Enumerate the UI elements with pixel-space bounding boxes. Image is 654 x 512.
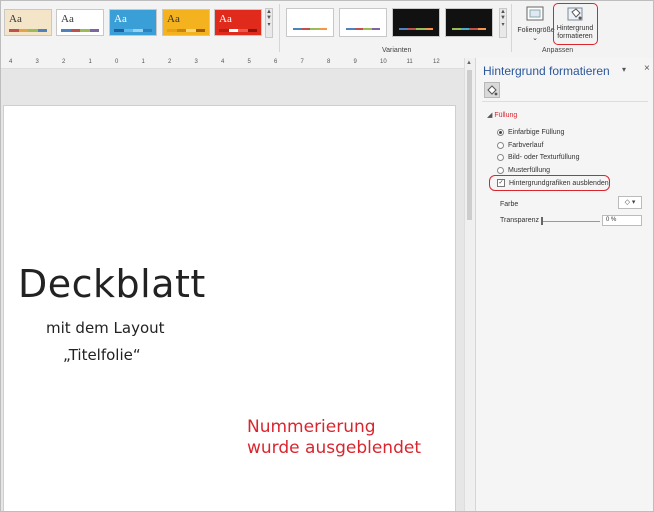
slide-size-label: Foliengröße xyxy=(517,27,555,34)
format-background-label-1: Hintergrund xyxy=(556,25,594,32)
annotation-line-2: wurde ausgeblendet xyxy=(247,438,421,458)
variant-thumbnail[interactable] xyxy=(392,8,440,37)
hide-graphics-checkbox[interactable]: ✓ Hintergrundgrafiken ausblenden xyxy=(497,179,609,187)
ruler-tick-label: 0 xyxy=(115,59,119,65)
theme-label: Aa xyxy=(61,13,74,25)
fill-line-tab[interactable] xyxy=(484,82,500,98)
pane-title: Hintergrund formatieren xyxy=(483,64,610,78)
theme-color-bar xyxy=(219,29,257,32)
variant-color-bar xyxy=(452,28,486,30)
transparency-input[interactable]: 0 % xyxy=(602,215,642,226)
radio-icon xyxy=(497,141,504,149)
ruler-tick-label: 11 xyxy=(406,59,413,65)
theme-label: Aa xyxy=(219,13,232,25)
slide-title[interactable]: Deckblatt xyxy=(18,262,206,306)
ribbon: Aa Aa Aa Aa Aa ▲ ▼ ▾ ▲ ▼ ▾ Varianten Foliengröße… xyxy=(0,0,654,59)
variant-thumbnail[interactable] xyxy=(286,8,334,37)
radio-icon xyxy=(497,154,504,161)
close-icon[interactable]: × xyxy=(644,63,650,74)
ruler-tick-label: 4 xyxy=(221,59,225,65)
section-fill-header[interactable]: ◢ Füllung xyxy=(487,111,517,119)
ruler-tick-label: 1 xyxy=(141,59,145,65)
transparency-slider[interactable] xyxy=(542,221,600,222)
ruler-tick-label: 10 xyxy=(380,59,387,65)
vertical-scrollbar[interactable]: ▲ xyxy=(464,58,475,512)
transparency-slider-handle[interactable] xyxy=(541,217,543,225)
variant-color-bar xyxy=(399,28,433,30)
radio-icon xyxy=(497,166,504,174)
ruler-tick-label: 4 xyxy=(9,59,13,65)
variant-thumbnail[interactable] xyxy=(339,8,387,37)
slide-subtitle-line-2[interactable]: „Titelfolie“ xyxy=(63,346,141,364)
theme-label: Aa xyxy=(167,13,180,25)
fill-option-radio[interactable]: Bild- oder Texturfüllung xyxy=(497,154,579,161)
slide-size-button[interactable]: Foliengröße ⌄ xyxy=(517,4,555,50)
section-fill-label: Füllung xyxy=(494,112,518,119)
color-label: Farbe xyxy=(500,201,519,208)
theme-thumbnail[interactable]: Aa xyxy=(4,9,52,36)
checkbox-checked-icon: ✓ xyxy=(497,179,505,187)
theme-color-bar xyxy=(167,29,205,32)
fill-option-label: Bild- oder Texturfüllung xyxy=(508,154,580,161)
fill-option-label: Einfarbige Füllung xyxy=(508,129,565,136)
fill-option-label: Musterfüllung xyxy=(508,166,551,174)
annotation-line-1: Nummerierung xyxy=(247,417,376,437)
ruler-tick-label: 5 xyxy=(247,59,251,65)
slide-subtitle-line-1[interactable]: mit dem Layout xyxy=(46,319,165,337)
paint-bucket-icon xyxy=(487,85,498,96)
ruler-tick-label: 2 xyxy=(62,59,66,65)
transparency-label: Transparenz xyxy=(500,217,540,224)
theme-thumbnail[interactable]: Aa xyxy=(109,9,157,36)
ruler-tick-label: 12 xyxy=(433,59,440,65)
ruler-tick-label: 1 xyxy=(88,59,92,65)
radio-icon xyxy=(497,129,504,136)
slide-canvas[interactable]: Deckblatt mit dem Layout „Titelfolie“ Nu… xyxy=(3,105,456,512)
theme-thumbnail[interactable]: Aa xyxy=(56,9,104,36)
customize-group-label: Anpassen xyxy=(542,47,574,54)
chevron-down-icon: ⌄ xyxy=(532,35,538,42)
theme-thumbnail[interactable]: Aa xyxy=(162,9,210,36)
ruler-tick-label: 2 xyxy=(168,59,172,65)
horizontal-ruler: 4 3 2 1 0 1 2 3 4 5 6 7 8 9 10 11 12 xyxy=(0,58,464,69)
theme-color-bar xyxy=(61,29,99,32)
variant-color-bar xyxy=(293,28,327,30)
ruler-tick-label: 9 xyxy=(353,59,357,65)
ruler-tick-label: 7 xyxy=(300,59,304,65)
theme-color-bar xyxy=(114,29,152,32)
fill-option-radio[interactable]: Farbverlauf xyxy=(497,141,544,149)
variant-thumbnail[interactable] xyxy=(445,8,493,37)
themes-scroll[interactable]: ▲ ▼ ▾ xyxy=(265,8,273,38)
fill-option-radio[interactable]: Musterfüllung xyxy=(497,166,551,174)
variants-group-label: Varianten xyxy=(382,47,412,54)
pane-options-icon[interactable]: ▾ xyxy=(622,65,626,74)
fill-option-radio[interactable]: Einfarbige Füllung xyxy=(497,129,564,136)
theme-label: Aa xyxy=(114,13,127,25)
theme-color-bar xyxy=(9,29,47,32)
variants-scroll[interactable]: ▲ ▼ ▾ xyxy=(499,8,507,38)
theme-label: Aa xyxy=(9,13,22,25)
variant-color-bar xyxy=(346,28,380,30)
format-background-label-2: formatieren xyxy=(557,33,593,40)
ruler-tick-label: 8 xyxy=(327,59,331,65)
slide-size-icon xyxy=(526,6,544,21)
ruler-tick-label: 6 xyxy=(274,59,278,65)
paint-bucket-icon xyxy=(567,7,583,21)
ruler-tick-label: 3 xyxy=(194,59,198,65)
scroll-thumb[interactable] xyxy=(467,70,472,220)
format-background-button[interactable]: Hintergrund formatieren xyxy=(553,3,598,45)
fill-option-label: Farbverlauf xyxy=(508,141,544,149)
scroll-up-icon[interactable]: ▲ xyxy=(466,60,472,66)
theme-thumbnail[interactable]: Aa xyxy=(214,9,262,36)
format-background-pane: Hintergrund formatieren ▾ × ◢ Füllung Ei… xyxy=(475,58,654,512)
color-picker-button[interactable]: ◇ ▾ xyxy=(618,196,642,209)
hide-graphics-label: Hintergrundgrafiken ausblenden xyxy=(509,179,609,187)
ruler-tick-label: 3 xyxy=(35,59,39,65)
